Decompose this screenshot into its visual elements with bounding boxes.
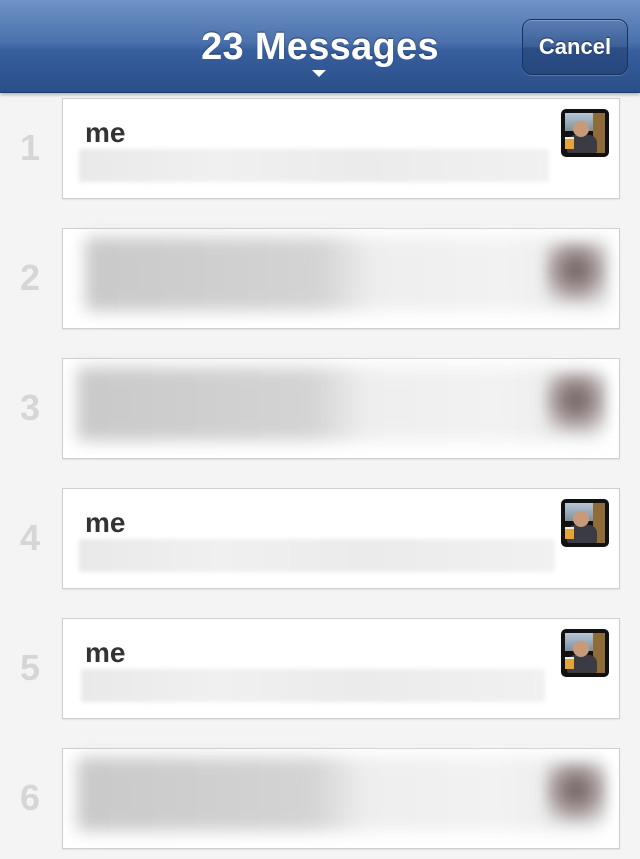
list-item: 1 me [0, 93, 640, 223]
cancel-button[interactable]: Cancel [522, 19, 628, 75]
row-number: 1 [19, 127, 41, 168]
avatar [561, 629, 609, 677]
message-card[interactable] [62, 358, 620, 459]
messages-screen: 23 Messages Cancel 1 me 2 3 4 me 5 me 6 [0, 0, 640, 859]
list-item: 3 [0, 353, 640, 483]
message-card[interactable]: me [62, 618, 620, 719]
avatar [545, 763, 607, 823]
message-card[interactable]: me [62, 488, 620, 589]
list-item: 4 me [0, 483, 640, 613]
sender-name: me [85, 637, 126, 668]
avatar [561, 109, 609, 157]
row-number: 2 [19, 257, 41, 298]
message-card[interactable]: me [62, 98, 620, 199]
row-number: 4 [19, 517, 41, 558]
message-card[interactable] [62, 228, 620, 329]
navigation-bar: 23 Messages Cancel [0, 0, 640, 93]
page-title[interactable]: 23 Messages [201, 26, 439, 69]
avatar [545, 243, 607, 303]
avatar [561, 499, 609, 547]
message-preview-blurred [79, 539, 555, 572]
chevron-down-icon[interactable] [312, 70, 326, 77]
list-item: 6 [0, 743, 640, 859]
row-number: 3 [19, 387, 41, 428]
sender-name: me [85, 117, 126, 148]
message-preview-blurred [79, 149, 549, 182]
row-number: 5 [19, 647, 41, 688]
message-preview-blurred [81, 669, 545, 702]
message-content-blurred [77, 757, 601, 831]
message-content-blurred [77, 367, 601, 441]
row-number: 6 [19, 777, 41, 818]
list-item: 5 me [0, 613, 640, 743]
list-item: 2 [0, 223, 640, 353]
sender-name: me [85, 507, 126, 538]
message-content-blurred [85, 237, 609, 311]
avatar [545, 373, 607, 433]
message-card[interactable] [62, 748, 620, 849]
